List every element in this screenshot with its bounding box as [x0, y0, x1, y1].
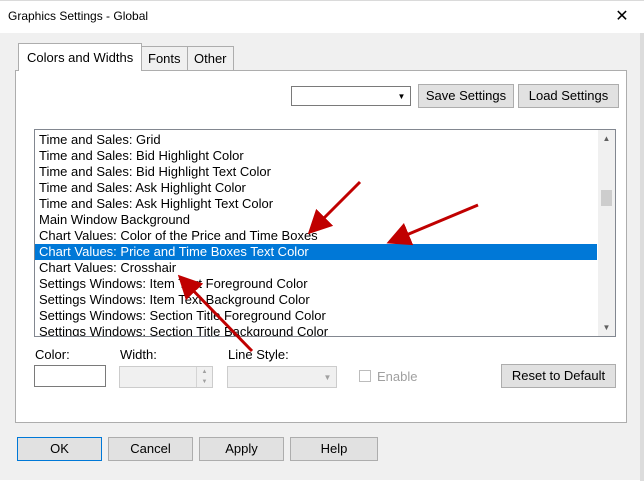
settings-dropdown[interactable]: ▼: [291, 86, 411, 106]
list-item[interactable]: Settings Windows: Section Title Foregrou…: [39, 308, 326, 324]
list-item[interactable]: Time and Sales: Ask Highlight Text Color: [39, 196, 273, 212]
tab-other[interactable]: Other: [187, 46, 234, 70]
graphics-settings-window: Graphics Settings - Global ✕ Colors and …: [0, 0, 644, 481]
color-items-list[interactable]: Time and Sales: Grid Time and Sales: Bid…: [34, 129, 616, 337]
list-item[interactable]: Main Window Background: [39, 212, 190, 228]
load-settings-button[interactable]: Load Settings: [518, 84, 619, 108]
list-item[interactable]: Chart Values: Crosshair: [39, 260, 176, 276]
list-item[interactable]: Time and Sales: Bid Highlight Color: [39, 148, 244, 164]
list-item[interactable]: Settings Windows: Item Text Foreground C…: [39, 276, 308, 292]
window-edge: [640, 33, 644, 481]
width-spin-buttons[interactable]: ▲ ▼: [196, 367, 212, 387]
list-item[interactable]: Time and Sales: Grid: [39, 132, 161, 148]
save-settings-button[interactable]: Save Settings: [418, 84, 514, 108]
spin-down-icon[interactable]: ▼: [197, 377, 212, 387]
line-style-dropdown[interactable]: ▼: [227, 366, 337, 388]
width-label: Width:: [120, 347, 157, 362]
color-swatch-field[interactable]: [34, 365, 106, 387]
list-scrollbar[interactable]: ▲ ▼: [598, 130, 615, 336]
list-item[interactable]: Settings Windows: Section Title Backgrou…: [39, 324, 328, 336]
enable-label: Enable: [377, 369, 418, 384]
tab-colors-and-widths[interactable]: Colors and Widths: [18, 43, 143, 71]
chevron-down-icon[interactable]: ▼: [319, 367, 336, 387]
color-label: Color:: [35, 347, 70, 362]
close-icon[interactable]: ✕: [604, 1, 640, 31]
chevron-down-icon[interactable]: ▼: [393, 87, 410, 105]
list-item-selected[interactable]: Chart Values: Price and Time Boxes Text …: [35, 244, 597, 260]
tab-fonts[interactable]: Fonts: [141, 46, 188, 70]
window-title: Graphics Settings - Global: [8, 9, 149, 23]
scroll-up-icon[interactable]: ▲: [598, 130, 615, 147]
spin-up-icon[interactable]: ▲: [197, 367, 212, 377]
apply-button[interactable]: Apply: [199, 437, 284, 461]
reset-to-default-button[interactable]: Reset to Default: [501, 364, 616, 388]
width-stepper[interactable]: ▲ ▼: [119, 366, 213, 388]
ok-button[interactable]: OK: [17, 437, 102, 461]
list-item[interactable]: Time and Sales: Bid Highlight Text Color: [39, 164, 271, 180]
list-item[interactable]: Time and Sales: Ask Highlight Color: [39, 180, 246, 196]
title-bar: Graphics Settings - Global ✕: [0, 1, 644, 33]
scroll-thumb[interactable]: [601, 190, 612, 206]
line-style-label: Line Style:: [228, 347, 289, 362]
cancel-button[interactable]: Cancel: [108, 437, 193, 461]
list-item[interactable]: Settings Windows: Item Text Background C…: [39, 292, 310, 308]
list-item[interactable]: Chart Values: Color of the Price and Tim…: [39, 228, 318, 244]
scroll-down-icon[interactable]: ▼: [598, 319, 615, 336]
enable-checkbox[interactable]: [359, 370, 371, 382]
help-button[interactable]: Help: [290, 437, 378, 461]
